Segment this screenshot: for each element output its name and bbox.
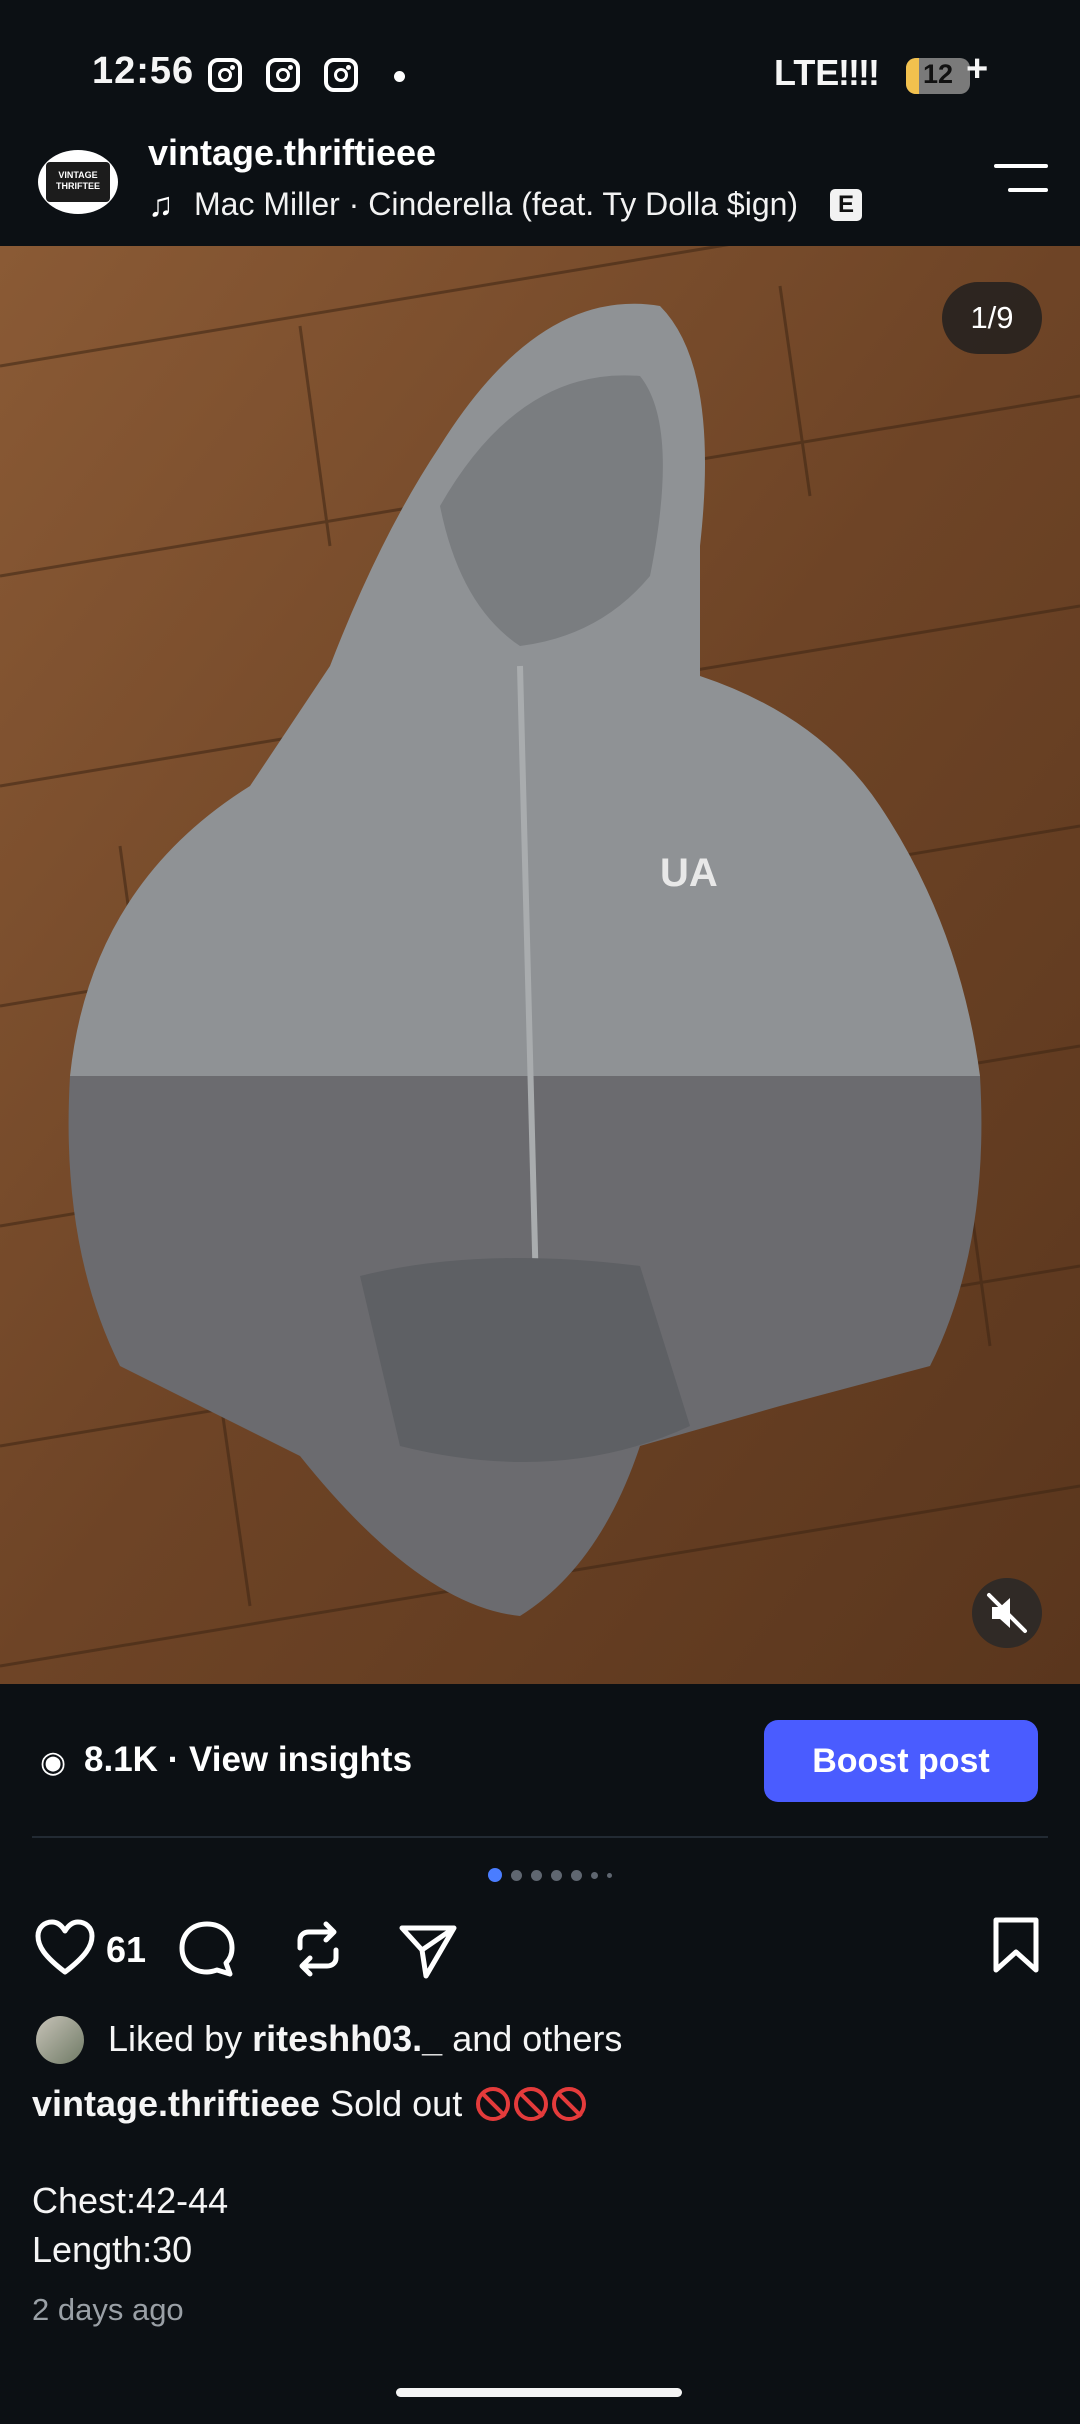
carousel-dot: [591, 1871, 598, 1879]
carousel-dot: [571, 1869, 582, 1881]
liker-avatar[interactable]: [36, 2016, 84, 2064]
liked-by-text[interactable]: Liked by riteshh03._ and others: [108, 2018, 622, 2060]
post-username[interactable]: vintage.thriftieee: [148, 132, 436, 174]
liked-by-suffix[interactable]: and others: [452, 2018, 622, 2059]
heart-icon[interactable]: [34, 1918, 96, 1981]
liked-by-user[interactable]: riteshh03._: [252, 2018, 442, 2059]
repost-icon[interactable]: [290, 1918, 346, 1985]
post-caption: vintage.thriftieee Sold out: [32, 2083, 587, 2125]
menu-icon[interactable]: [994, 164, 1048, 196]
mute-icon[interactable]: [972, 1578, 1042, 1648]
signal-strength-icon: !!!!: [838, 52, 880, 93]
caption-text: Sold out: [330, 2083, 463, 2124]
battery-icon: 12: [906, 58, 970, 94]
instagram-icon: [324, 58, 358, 92]
eye-icon: ◉: [40, 1746, 67, 1779]
post-timestamp: 2 days ago: [32, 2292, 184, 2327]
post-photo[interactable]: UA: [0, 246, 1080, 1684]
carousel-dot: [551, 1869, 562, 1881]
carousel-dot: [488, 1868, 502, 1882]
svg-text:UA: UA: [660, 851, 718, 895]
prohibited-icon: [552, 2087, 587, 2121]
caption-length: Length:30: [32, 2229, 193, 2270]
network-type: LTE: [774, 52, 840, 93]
caption-chest: Chest:42-44: [32, 2180, 229, 2221]
avatar-logo-text: VINTAGE THRIFTEE: [56, 170, 100, 191]
status-time: 12:56: [92, 50, 195, 92]
music-note-icon: ♫: [148, 186, 174, 224]
instagram-icon: [208, 58, 242, 92]
music-track[interactable]: Mac Miller · Cinderella (feat. Ty Dolla …: [194, 186, 798, 223]
profile-avatar[interactable]: VINTAGE THRIFTEE: [38, 150, 118, 214]
carousel-dot: [531, 1869, 542, 1881]
share-icon[interactable]: [396, 1918, 460, 1985]
caption-username[interactable]: vintage.thriftieee: [32, 2083, 320, 2124]
explicit-badge: E: [830, 189, 862, 221]
carousel-dot: [607, 1872, 612, 1878]
carousel-counter: 1/9: [942, 282, 1042, 354]
jacket-photo-image: UA: [0, 246, 1080, 1684]
comment-icon[interactable]: [176, 1918, 238, 1985]
prohibited-icon: [476, 2087, 511, 2121]
notification-dot: [394, 71, 405, 82]
charging-indicator: +: [966, 48, 989, 90]
boost-post-button[interactable]: Boost post: [764, 1720, 1038, 1802]
battery-level: 12: [922, 59, 954, 89]
divider: [32, 1836, 1048, 1838]
instagram-icon: [266, 58, 300, 92]
likes-count[interactable]: 61: [106, 1929, 146, 1971]
carousel-indicator: [488, 1868, 612, 1882]
prohibited-icon: [514, 2087, 549, 2121]
home-indicator[interactable]: [396, 2388, 682, 2397]
carousel-dot: [511, 1869, 522, 1881]
bookmark-icon[interactable]: [990, 1914, 1042, 1981]
liked-by-prefix: Liked by: [108, 2018, 243, 2059]
view-insights-link[interactable]: 8.1K · View insights: [84, 1740, 412, 1780]
